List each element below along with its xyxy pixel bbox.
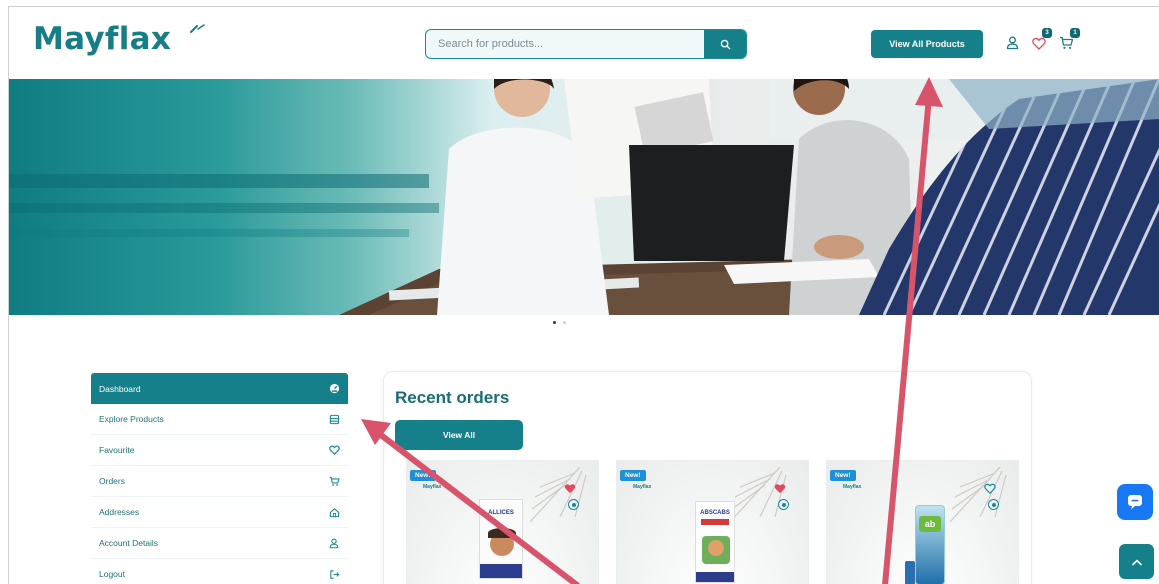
dashboard-icon [328, 383, 340, 395]
sidebar-item-dashboard[interactable]: Dashboard [91, 373, 348, 404]
sidebar-item-label: Explore Products [99, 414, 164, 424]
home-icon [328, 506, 340, 518]
brand-logo[interactable]: Mayflax [33, 21, 171, 57]
cart-icon [1060, 36, 1074, 49]
page-frame: Mayflax View All Products [8, 6, 1159, 584]
new-badge: New! [410, 470, 436, 481]
wishlist-count-badge: 3 [1042, 28, 1052, 38]
carousel-indicators [553, 321, 566, 324]
sidebar-item-label: Addresses [99, 507, 140, 517]
product-card[interactable]: New! Mayflax ALLICES [406, 460, 599, 584]
chevron-up-icon [1131, 558, 1142, 565]
logo-swoosh-icon [190, 24, 205, 33]
chat-button[interactable] [1117, 484, 1153, 520]
hero-banner [9, 79, 1159, 315]
spray-bottle [905, 561, 915, 584]
product-card[interactable]: New! Mayflax ABSCABS [616, 460, 809, 584]
recent-orders-panel: Recent orders View All New! Mayflax ALLI… [383, 371, 1032, 584]
sidebar-item-label: Dashboard [99, 383, 141, 394]
cart-button[interactable]: 1 [1059, 28, 1080, 53]
favorite-heart-icon[interactable] [984, 483, 996, 494]
quick-view-icon[interactable] [568, 499, 579, 510]
new-badge: New! [620, 470, 646, 481]
favorite-heart-icon[interactable] [564, 483, 576, 494]
card-brand-logo: Mayflax [843, 484, 862, 490]
product-image: ALLICES [479, 499, 523, 579]
sidebar-item-account-details[interactable]: Account Details [91, 528, 348, 559]
view-all-orders-button[interactable]: View All [395, 420, 523, 450]
sidebar-item-orders[interactable]: Orders [91, 466, 348, 497]
account-sidebar: Dashboard Explore Products Favourite Ord… [91, 373, 348, 584]
search-bar [425, 29, 747, 59]
search-input[interactable] [426, 30, 704, 58]
product-image: ab [915, 505, 945, 584]
palm-leaf-decoration [529, 467, 587, 523]
carousel-dot-1[interactable] [553, 321, 556, 324]
cart-icon [328, 475, 340, 487]
sidebar-item-favourite[interactable]: Favourite [91, 435, 348, 466]
sidebar-item-label: Orders [99, 476, 125, 486]
wishlist-button[interactable]: 3 [1032, 28, 1052, 53]
cart-count-badge: 1 [1070, 28, 1080, 38]
sidebar-item-addresses[interactable]: Addresses [91, 497, 348, 528]
carousel-dot-2[interactable] [563, 321, 566, 324]
search-icon [720, 39, 730, 49]
logout-icon [328, 568, 340, 580]
sidebar-item-label: Logout [99, 569, 125, 579]
palm-leaf-decoration [949, 467, 1007, 523]
chat-icon [1128, 495, 1142, 510]
site-header: Mayflax View All Products [9, 7, 1159, 79]
store-icon [328, 413, 340, 425]
heart-icon [328, 444, 340, 456]
product-card[interactable]: New! Mayflax ab [826, 460, 1019, 584]
recent-orders-title: Recent orders [395, 388, 510, 407]
hero-image [9, 79, 1159, 315]
user-icon [328, 537, 340, 549]
account-button[interactable] [1006, 33, 1019, 53]
sidebar-item-label: Favourite [99, 445, 135, 455]
favorite-heart-icon[interactable] [774, 483, 786, 494]
product-image: ABSCABS [695, 501, 735, 583]
scroll-to-top-button[interactable] [1119, 544, 1154, 579]
heart-icon [1032, 37, 1046, 50]
quick-view-icon[interactable] [988, 499, 999, 510]
new-badge: New! [830, 470, 856, 481]
user-icon [1006, 36, 1019, 50]
sidebar-item-explore-products[interactable]: Explore Products [91, 404, 348, 435]
sidebar-item-label: Account Details [99, 538, 159, 548]
card-brand-logo: Mayflax [633, 484, 652, 490]
sidebar-item-logout[interactable]: Logout [91, 559, 348, 584]
card-brand-logo: Mayflax [423, 484, 442, 490]
view-all-products-button[interactable]: View All Products [871, 30, 983, 58]
search-button[interactable] [704, 30, 746, 58]
quick-view-icon[interactable] [778, 499, 789, 510]
